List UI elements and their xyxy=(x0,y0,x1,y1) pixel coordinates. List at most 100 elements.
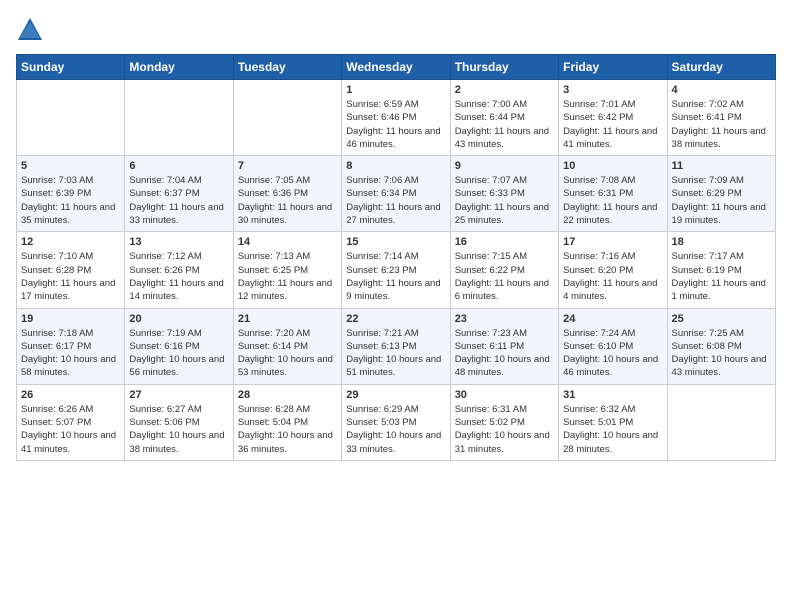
day-cell: 17Sunrise: 7:16 AM Sunset: 6:20 PM Dayli… xyxy=(559,232,667,308)
day-number: 4 xyxy=(672,84,771,96)
day-info: Sunrise: 7:23 AM Sunset: 6:11 PM Dayligh… xyxy=(455,327,554,380)
day-cell xyxy=(17,80,125,156)
day-cell: 14Sunrise: 7:13 AM Sunset: 6:25 PM Dayli… xyxy=(233,232,341,308)
day-number: 29 xyxy=(346,389,445,401)
day-number: 20 xyxy=(129,313,228,325)
day-cell: 12 Sunrise: 7:10 AM Sunset: 6:28 PM Dayli… xyxy=(17,232,125,308)
day-number: 9 xyxy=(455,160,554,172)
day-info: Sunrise: 7:02 AM Sunset: 6:41 PM Dayligh… xyxy=(672,98,771,151)
day-number: 1 xyxy=(346,84,445,96)
day-info: Sunrise: 6:28 AM Sunset: 5:04 PM Dayligh… xyxy=(238,403,337,456)
day-number: 30 xyxy=(455,389,554,401)
day-cell: 22Sunrise: 7:21 AM Sunset: 6:13 PM Dayli… xyxy=(342,308,450,384)
day-info: Sunrise: 7:19 AM Sunset: 6:16 PM Dayligh… xyxy=(129,327,228,380)
day-info: Sunrise: 6:26 AM Sunset: 5:07 PM Dayligh… xyxy=(21,403,120,456)
day-cell: 10 Sunrise: 7:08 AM Sunset: 6:31 PM Dayli… xyxy=(559,156,667,232)
day-number: 5 xyxy=(21,160,120,172)
day-number: 10 xyxy=(563,160,662,172)
day-cell: 27 Sunrise: 6:27 AM Sunset: 5:06 PM Dayli… xyxy=(125,384,233,460)
day-number: 25 xyxy=(672,313,771,325)
day-info: Sunrise: 6:32 AM Sunset: 5:01 PM Dayligh… xyxy=(563,403,662,456)
day-cell: 9 Sunrise: 7:07 AM Sunset: 6:33 PM Daylig… xyxy=(450,156,558,232)
day-info: Sunrise: 7:00 AM Sunset: 6:44 PM Dayligh… xyxy=(455,98,554,151)
week-row-1: 1 Sunrise: 6:59 AM Sunset: 6:46 PM Daylig… xyxy=(17,80,776,156)
day-number: 12 xyxy=(21,236,120,248)
day-cell xyxy=(233,80,341,156)
day-info: Sunrise: 7:10 AM Sunset: 6:28 PM Dayligh… xyxy=(21,250,120,303)
day-info: Sunrise: 7:20 AM Sunset: 6:14 PM Dayligh… xyxy=(238,327,337,380)
day-number: 15 xyxy=(346,236,445,248)
day-number: 23 xyxy=(455,313,554,325)
day-info: Sunrise: 7:03 AM Sunset: 6:39 PM Dayligh… xyxy=(21,174,120,227)
day-number: 26 xyxy=(21,389,120,401)
day-number: 3 xyxy=(563,84,662,96)
day-info: Sunrise: 7:12 AM Sunset: 6:26 PM Dayligh… xyxy=(129,250,228,303)
day-number: 7 xyxy=(238,160,337,172)
weekday-header-monday: Monday xyxy=(125,55,233,80)
day-info: Sunrise: 7:04 AM Sunset: 6:37 PM Dayligh… xyxy=(129,174,228,227)
logo xyxy=(16,16,48,44)
day-cell xyxy=(125,80,233,156)
day-info: Sunrise: 7:06 AM Sunset: 6:34 PM Dayligh… xyxy=(346,174,445,227)
weekday-header-friday: Friday xyxy=(559,55,667,80)
day-info: Sunrise: 7:07 AM Sunset: 6:33 PM Dayligh… xyxy=(455,174,554,227)
day-cell: 15Sunrise: 7:14 AM Sunset: 6:23 PM Dayli… xyxy=(342,232,450,308)
week-row-4: 19Sunrise: 7:18 AM Sunset: 6:17 PM Dayli… xyxy=(17,308,776,384)
day-number: 17 xyxy=(563,236,662,248)
week-row-3: 12 Sunrise: 7:10 AM Sunset: 6:28 PM Dayli… xyxy=(17,232,776,308)
weekday-header-thursday: Thursday xyxy=(450,55,558,80)
day-info: Sunrise: 6:29 AM Sunset: 5:03 PM Dayligh… xyxy=(346,403,445,456)
day-cell: 6 Sunrise: 7:04 AM Sunset: 6:37 PM Daylig… xyxy=(125,156,233,232)
day-number: 18 xyxy=(672,236,771,248)
day-number: 27 xyxy=(129,389,228,401)
logo-icon xyxy=(16,16,44,44)
day-cell: 25 Sunrise: 7:25 AM Sunset: 6:08 PM Dayli… xyxy=(667,308,775,384)
day-cell: 24 Sunrise: 7:24 AM Sunset: 6:10 PM Dayli… xyxy=(559,308,667,384)
day-info: Sunrise: 7:08 AM Sunset: 6:31 PM Dayligh… xyxy=(563,174,662,227)
day-info: Sunrise: 7:05 AM Sunset: 6:36 PM Dayligh… xyxy=(238,174,337,227)
week-row-2: 5 Sunrise: 7:03 AM Sunset: 6:39 PM Daylig… xyxy=(17,156,776,232)
day-cell: 26 Sunrise: 6:26 AM Sunset: 5:07 PM Dayli… xyxy=(17,384,125,460)
day-info: Sunrise: 6:31 AM Sunset: 5:02 PM Dayligh… xyxy=(455,403,554,456)
day-cell: 18Sunrise: 7:17 AM Sunset: 6:19 PM Dayli… xyxy=(667,232,775,308)
day-cell: 28 Sunrise: 6:28 AM Sunset: 5:04 PM Dayli… xyxy=(233,384,341,460)
day-cell: 7 Sunrise: 7:05 AM Sunset: 6:36 PM Daylig… xyxy=(233,156,341,232)
day-info: Sunrise: 7:13 AM Sunset: 6:25 PM Dayligh… xyxy=(238,250,337,303)
weekday-header-row: SundayMondayTuesdayWednesdayThursdayFrid… xyxy=(17,55,776,80)
day-info: Sunrise: 7:18 AM Sunset: 6:17 PM Dayligh… xyxy=(21,327,120,380)
day-number: 31 xyxy=(563,389,662,401)
day-cell: 23 Sunrise: 7:23 AM Sunset: 6:11 PM Dayli… xyxy=(450,308,558,384)
day-info: Sunrise: 7:01 AM Sunset: 6:42 PM Dayligh… xyxy=(563,98,662,151)
day-info: Sunrise: 6:59 AM Sunset: 6:46 PM Dayligh… xyxy=(346,98,445,151)
day-cell: 3 Sunrise: 7:01 AM Sunset: 6:42 PM Daylig… xyxy=(559,80,667,156)
calendar-table: SundayMondayTuesdayWednesdayThursdayFrid… xyxy=(16,54,776,461)
day-cell: 16Sunrise: 7:15 AM Sunset: 6:22 PM Dayli… xyxy=(450,232,558,308)
page-header xyxy=(16,16,776,44)
day-cell: 8 Sunrise: 7:06 AM Sunset: 6:34 PM Daylig… xyxy=(342,156,450,232)
day-cell: 20 Sunrise: 7:19 AM Sunset: 6:16 PM Dayli… xyxy=(125,308,233,384)
day-cell: 13 Sunrise: 7:12 AM Sunset: 6:26 PM Dayli… xyxy=(125,232,233,308)
day-info: Sunrise: 7:21 AM Sunset: 6:13 PM Dayligh… xyxy=(346,327,445,380)
day-cell: 19Sunrise: 7:18 AM Sunset: 6:17 PM Dayli… xyxy=(17,308,125,384)
day-cell: 5 Sunrise: 7:03 AM Sunset: 6:39 PM Daylig… xyxy=(17,156,125,232)
day-info: Sunrise: 6:27 AM Sunset: 5:06 PM Dayligh… xyxy=(129,403,228,456)
day-info: Sunrise: 7:25 AM Sunset: 6:08 PM Dayligh… xyxy=(672,327,771,380)
day-cell xyxy=(667,384,775,460)
day-number: 13 xyxy=(129,236,228,248)
day-number: 6 xyxy=(129,160,228,172)
day-number: 21 xyxy=(238,313,337,325)
day-number: 8 xyxy=(346,160,445,172)
weekday-header-saturday: Saturday xyxy=(667,55,775,80)
week-row-5: 26 Sunrise: 6:26 AM Sunset: 5:07 PM Dayli… xyxy=(17,384,776,460)
day-cell: 1 Sunrise: 6:59 AM Sunset: 6:46 PM Daylig… xyxy=(342,80,450,156)
day-number: 24 xyxy=(563,313,662,325)
day-info: Sunrise: 7:15 AM Sunset: 6:22 PM Dayligh… xyxy=(455,250,554,303)
day-cell: 2Sunrise: 7:00 AM Sunset: 6:44 PM Daylig… xyxy=(450,80,558,156)
day-cell: 31 Sunrise: 6:32 AM Sunset: 5:01 PM Dayli… xyxy=(559,384,667,460)
day-number: 11 xyxy=(672,160,771,172)
day-number: 28 xyxy=(238,389,337,401)
day-cell: 30 Sunrise: 6:31 AM Sunset: 5:02 PM Dayli… xyxy=(450,384,558,460)
weekday-header-wednesday: Wednesday xyxy=(342,55,450,80)
day-info: Sunrise: 7:24 AM Sunset: 6:10 PM Dayligh… xyxy=(563,327,662,380)
day-cell: 4 Sunrise: 7:02 AM Sunset: 6:41 PM Daylig… xyxy=(667,80,775,156)
